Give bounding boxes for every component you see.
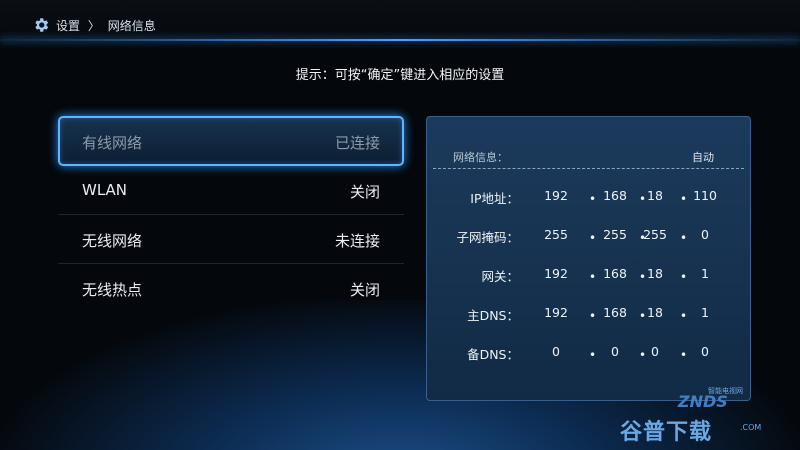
octet-separator: • [589,231,597,245]
menu-item-label: WLAN [82,181,128,199]
network-info-panel: 网络信息： 自动 IP地址： 192 • 168 • 18 • 110 子网掩码… [426,116,751,401]
octet: 18 [647,266,663,281]
breadcrumb-separator: 〉 [87,19,100,33]
dashed-divider [433,168,744,169]
octet: 255 [603,227,627,242]
breadcrumb-network-info: 网络信息 [107,19,156,33]
octet: 1 [701,266,709,281]
octet: 192 [544,305,568,320]
menu-item-wireless-network[interactable]: 无线网络 未连接 [58,215,404,264]
watermark-domain: .COM [740,423,762,432]
watermark-logo: 智能电视网 ZNDS 谷普下载 .COM [620,386,770,446]
menu-item-status: 关闭 [349,183,380,201]
menu-item-status: 已连接 [334,134,380,152]
row-label: 主DNS： [467,308,519,323]
menu-item-status: 未连接 [334,232,380,250]
octet: 168 [603,305,627,320]
octet: 255 [643,227,667,242]
breadcrumb: 设置 〉 网络信息 [56,17,160,34]
menu-item-wired-network[interactable]: 有线网络 已连接 [58,116,404,166]
octet-separator: • [589,309,597,323]
header-divider [0,39,800,41]
octet: 168 [603,266,627,281]
menu-item-status: 关闭 [349,281,380,299]
octet: 192 [544,266,568,281]
row-label: 子网掩码： [456,230,519,245]
row-label: 备DNS： [467,347,519,362]
hint-text: 提示：可按“确定”键进入相应的设置 [295,68,505,83]
octet: 0 [651,344,659,359]
breadcrumb-settings[interactable]: 设置 [56,19,80,33]
watermark-text: 谷普下载 [620,420,713,445]
octet: 110 [693,188,717,203]
menu-item-label: 有线网络 [82,134,143,152]
octet: 18 [647,305,663,320]
octet: 168 [603,188,627,203]
octet: 0 [552,344,560,359]
watermark-brand: ZNDS [678,392,728,411]
menu-item-label: 无线热点 [82,281,143,299]
info-row-ip-address: IP地址： 192 • 168 • 18 • 110 [427,188,752,208]
info-row-primary-dns: 主DNS： 192 • 168 • 18 • 1 [427,305,752,325]
octet: 18 [647,188,663,203]
octet-separator: • [589,192,597,206]
octet-separator: • [589,348,597,362]
ip-mode-value: 自动 [692,151,714,164]
octet-separator: • [589,270,597,284]
octet: 1 [701,305,709,320]
menu-item-wireless-hotspot[interactable]: 无线热点 关闭 [58,264,404,313]
octet: 192 [544,188,568,203]
gear-icon [35,18,49,32]
menu-item-wlan[interactable]: WLAN 关闭 [58,166,404,215]
octet: 255 [544,227,568,242]
octet: 0 [611,344,619,359]
info-row-subnet-mask: 子网掩码： 255 • 255 • 255 • 0 [427,227,752,247]
panel-title: 网络信息： [453,151,508,164]
row-label: IP地址： [470,191,519,206]
info-row-gateway: 网关： 192 • 168 • 18 • 1 [427,266,752,286]
network-menu: 有线网络 已连接 WLAN 关闭 无线网络 未连接 无线热点 关闭 [58,116,404,313]
header-bar: 设置 〉 网络信息 [0,0,800,40]
octet: 0 [701,227,709,242]
octet: 0 [701,344,709,359]
row-label: 网关： [481,269,519,284]
menu-item-label: 无线网络 [82,232,143,250]
info-row-secondary-dns: 备DNS： 0 • 0 • 0 • 0 [427,344,752,364]
